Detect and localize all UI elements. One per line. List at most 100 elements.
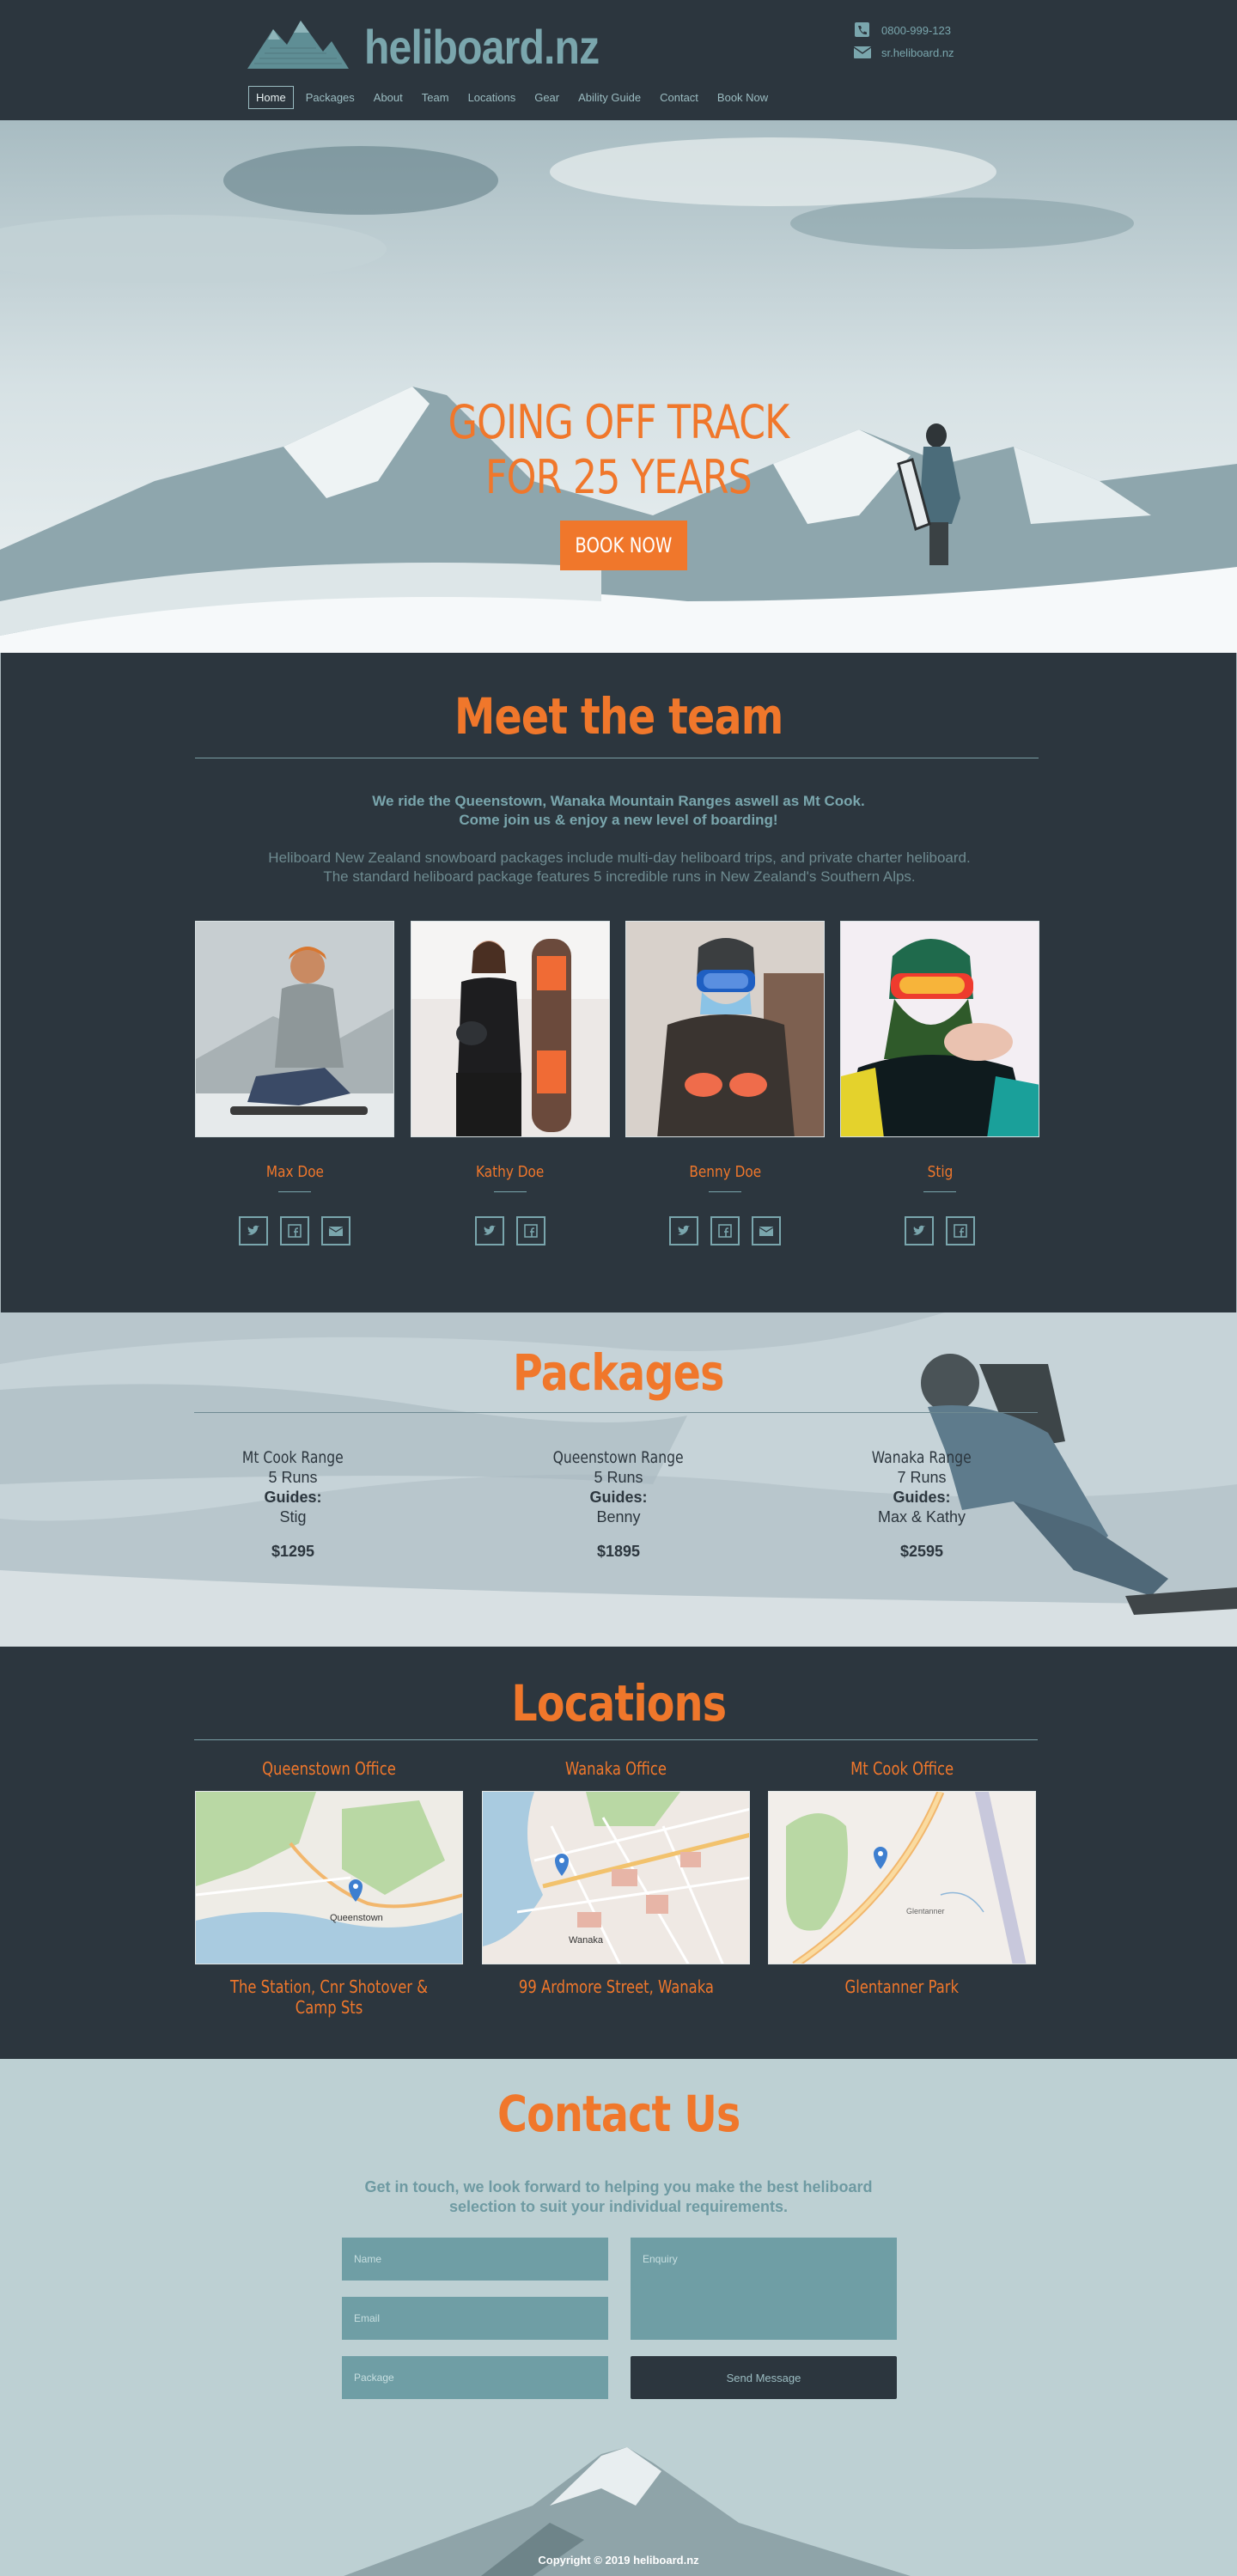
contact-title: Contact Us <box>0 2085 1237 2143</box>
snowy-mountain-image <box>0 120 1237 653</box>
location-title-text: Wanaka Office <box>564 1758 667 1779</box>
hero-title-line-1: GOING OFF TRACK <box>448 395 790 449</box>
location-map[interactable]: Wanaka <box>482 1791 750 1964</box>
twitter-icon[interactable] <box>239 1216 268 1245</box>
envelope-icon <box>854 46 871 58</box>
location-map[interactable]: Queenstown <box>195 1791 463 1964</box>
member-socials <box>625 1216 825 1245</box>
member-socials <box>840 1216 1039 1245</box>
facebook-icon[interactable] <box>946 1216 975 1245</box>
member-socials <box>411 1216 610 1245</box>
package-guides: Max & Kathy <box>877 1508 966 1526</box>
packages-divider <box>194 1412 1038 1413</box>
member-photo <box>840 921 1039 1137</box>
member-name: Stig <box>840 1163 1039 1181</box>
location-address-text: 99 Ardmore Street, Wanaka <box>518 1976 714 1997</box>
locations-title: Locations <box>0 1674 1237 1733</box>
locations-title-text: Locations <box>511 1674 727 1733</box>
team-title-text: Meet the team <box>454 687 783 746</box>
package-card[interactable]: Queenstown Range 5 Runs Guides: Benny $1… <box>507 1448 730 1561</box>
location-map[interactable]: Glentanner <box>768 1791 1036 1964</box>
member-divider <box>494 1191 527 1192</box>
package-price: $1295 <box>271 1543 315 1560</box>
email-field[interactable]: Email <box>342 2297 608 2340</box>
member-name: Benny Doe <box>625 1163 825 1181</box>
member-name-text: Kathy Doe <box>476 1163 545 1181</box>
package-name-text: Queenstown Range <box>553 1448 684 1467</box>
team-lead: We ride the Queenstown, Wanaka Mountain … <box>1 792 1236 830</box>
nav-locations[interactable]: Locations <box>461 87 523 108</box>
website-link: sr.heliboard.nz <box>881 46 954 59</box>
contact-section: Contact Us Get in touch, we look forward… <box>0 2059 1237 2576</box>
package-guides-label: Guides: <box>264 1489 322 1506</box>
team-member-card: Kathy Doe <box>411 921 610 1245</box>
package-guides-label: Guides: <box>893 1489 951 1506</box>
package-name: Mt Cook Range <box>181 1448 405 1467</box>
facebook-icon[interactable] <box>710 1216 740 1245</box>
location-title: Queenstown Office <box>195 1758 463 1781</box>
nav-gear[interactable]: Gear <box>527 87 566 108</box>
nav-home[interactable]: Home <box>248 86 294 109</box>
phone-contact[interactable]: 0800-999-123 <box>854 22 951 38</box>
nav-book-now[interactable]: Book Now <box>710 87 775 108</box>
location-title-text: Mt Cook Office <box>850 1758 954 1779</box>
location-address-text: The Station, Cnr Shotover & Camp Sts <box>229 1976 429 2018</box>
location-title-text: Queenstown Office <box>262 1758 396 1779</box>
package-card[interactable]: Mt Cook Range 5 Runs Guides: Stig $1295 <box>181 1448 405 1561</box>
package-card[interactable]: Wanaka Range 7 Runs Guides: Max & Kathy … <box>810 1448 1033 1561</box>
facebook-icon[interactable] <box>280 1216 309 1245</box>
copyright: Copyright © 2019 heliboard.nz <box>538 2554 699 2567</box>
nav-about[interactable]: About <box>367 87 410 108</box>
location-title: Mt Cook Office <box>768 1758 1036 1781</box>
website-contact[interactable]: sr.heliboard.nz <box>854 45 954 60</box>
facebook-icon[interactable] <box>516 1216 545 1245</box>
contact-lead-line-1: Get in touch, we look forward to helping… <box>364 2178 873 2195</box>
location-address: Glentanner Park <box>768 1976 1036 1997</box>
team-description: Heliboard New Zealand snowboard packages… <box>268 850 971 885</box>
packages-section: Packages Mt Cook Range 5 Runs Guides: St… <box>0 1312 1237 1647</box>
nav-contact[interactable]: Contact <box>653 87 705 108</box>
package-name-text: Mt Cook Range <box>242 1448 344 1467</box>
twitter-icon[interactable] <box>905 1216 934 1245</box>
site-name[interactable]: heliboard.nz <box>364 19 600 75</box>
name-field[interactable]: Name <box>342 2238 608 2281</box>
hero-title-line-2: FOR 25 YEARS <box>485 450 753 504</box>
map-label: Wanaka <box>569 1935 604 1946</box>
team-member-card: Benny Doe <box>625 921 825 1245</box>
location-address-text: Glentanner Park <box>844 1976 960 1997</box>
member-name-text: Max Doe <box>265 1163 324 1181</box>
member-name: Kathy Doe <box>411 1163 610 1181</box>
team-lead-line-1: We ride the Queenstown, Wanaka Mountain … <box>372 793 865 809</box>
book-now-button[interactable]: BOOK NOW <box>560 521 687 570</box>
email-icon[interactable] <box>321 1216 350 1245</box>
member-photo <box>411 921 610 1137</box>
package-name: Queenstown Range <box>507 1448 730 1467</box>
nav-packages[interactable]: Packages <box>299 87 362 108</box>
package-guides-label: Guides: <box>589 1489 648 1506</box>
map-label: Glentanner <box>906 1907 945 1915</box>
twitter-icon[interactable] <box>669 1216 698 1245</box>
main-nav: Home Packages About Team Locations Gear … <box>248 86 780 109</box>
nav-ability-guide[interactable]: Ability Guide <box>571 87 648 108</box>
enquiry-field[interactable]: Enquiry <box>631 2238 897 2340</box>
send-message-button[interactable]: Send Message <box>631 2356 897 2399</box>
package-name: Wanaka Range <box>810 1448 1033 1467</box>
member-photo <box>625 921 825 1137</box>
package-price: $2595 <box>899 1543 944 1560</box>
team-title: Meet the team <box>1 687 1236 746</box>
package-name-text: Wanaka Range <box>871 1448 972 1467</box>
book-now-label: BOOK NOW <box>575 533 673 557</box>
location-card: Queenstown Office Queenstown The Station… <box>195 1758 463 2018</box>
location-card: Wanaka Office Wanaka 99 Ardmore Street, … <box>482 1758 750 1997</box>
package-runs: 7 Runs <box>897 1469 947 1486</box>
phone-icon <box>855 22 869 37</box>
mountain-logo-icon[interactable] <box>247 17 349 70</box>
package-guides: Stig <box>279 1508 307 1526</box>
map-label: Queenstown <box>330 1913 383 1923</box>
twitter-icon[interactable] <box>475 1216 504 1245</box>
nav-team[interactable]: Team <box>415 87 456 108</box>
member-socials <box>195 1216 394 1245</box>
email-icon[interactable] <box>752 1216 781 1245</box>
team-section: Meet the team We ride the Queenstown, Wa… <box>0 653 1237 1312</box>
package-field[interactable]: Package <box>342 2356 608 2399</box>
